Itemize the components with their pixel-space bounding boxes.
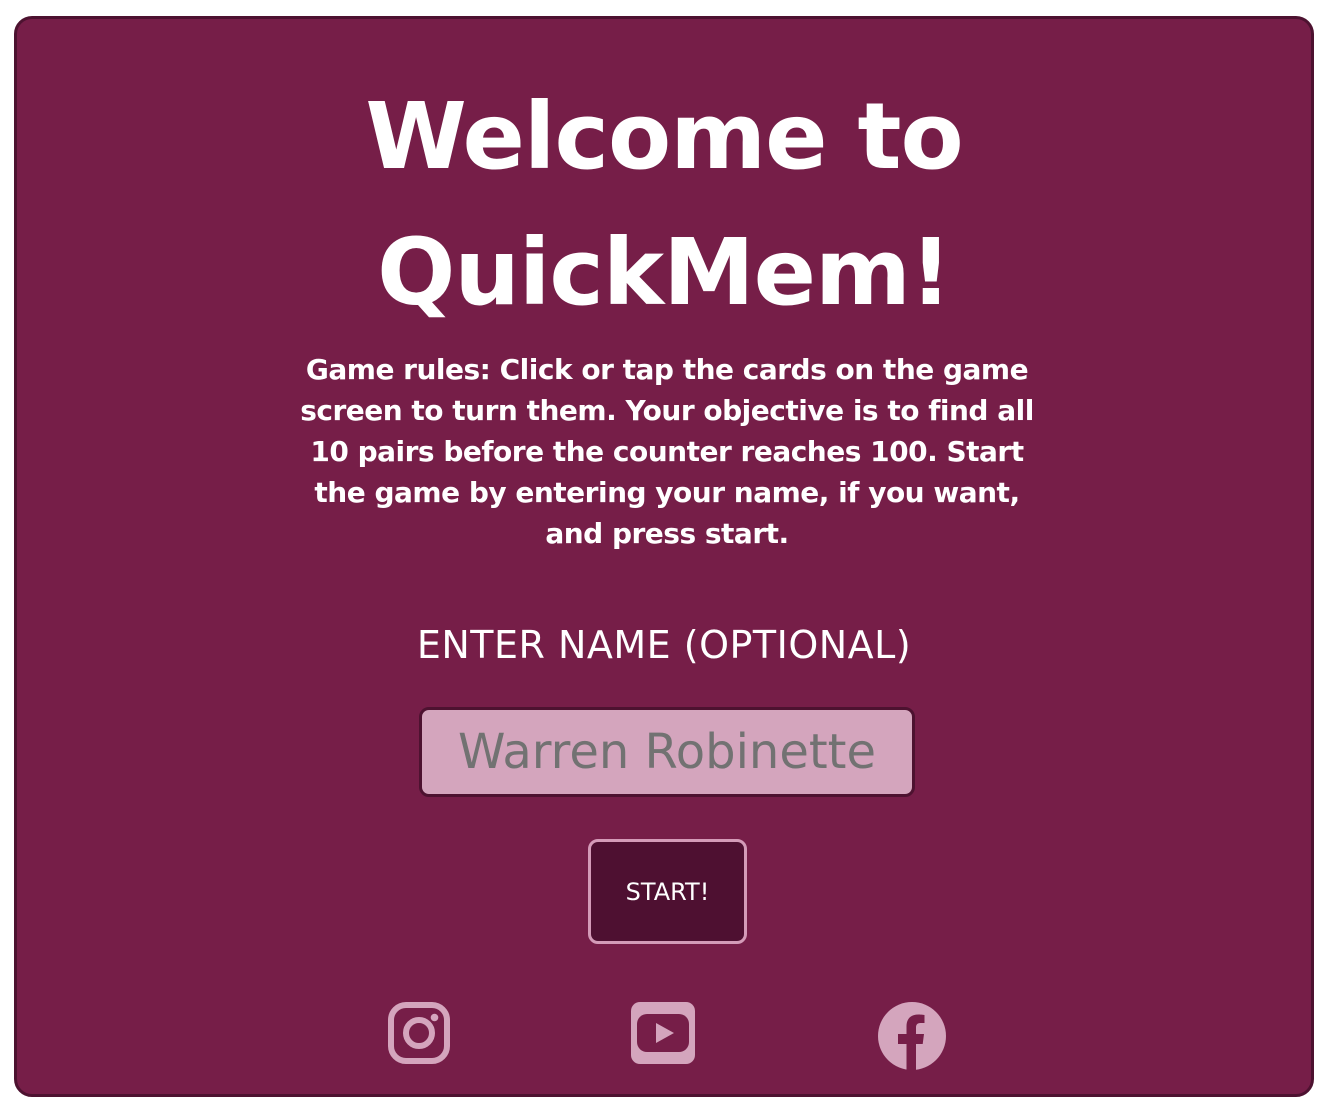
name-field-label: ENTER NAME (OPTIONAL) — [416, 623, 912, 667]
facebook-icon — [878, 1002, 946, 1071]
youtube-icon — [631, 1002, 695, 1064]
instagram-icon — [388, 1002, 450, 1064]
title-line-1: Welcome to — [365, 83, 963, 190]
game-rules-text: Game rules: Click or tap the cards on th… — [300, 353, 1034, 550]
page-title: Welcome to QuickMem! — [17, 69, 1311, 341]
youtube-link[interactable] — [631, 1001, 695, 1069]
title-line-2: QuickMem! — [377, 219, 952, 326]
start-button[interactable]: START! — [588, 839, 747, 944]
name-input[interactable] — [419, 707, 915, 797]
facebook-link[interactable] — [877, 1001, 947, 1071]
instagram-link[interactable] — [387, 1001, 451, 1069]
start-screen-panel: Welcome to QuickMem! Game rules: Click or… — [14, 16, 1314, 1097]
